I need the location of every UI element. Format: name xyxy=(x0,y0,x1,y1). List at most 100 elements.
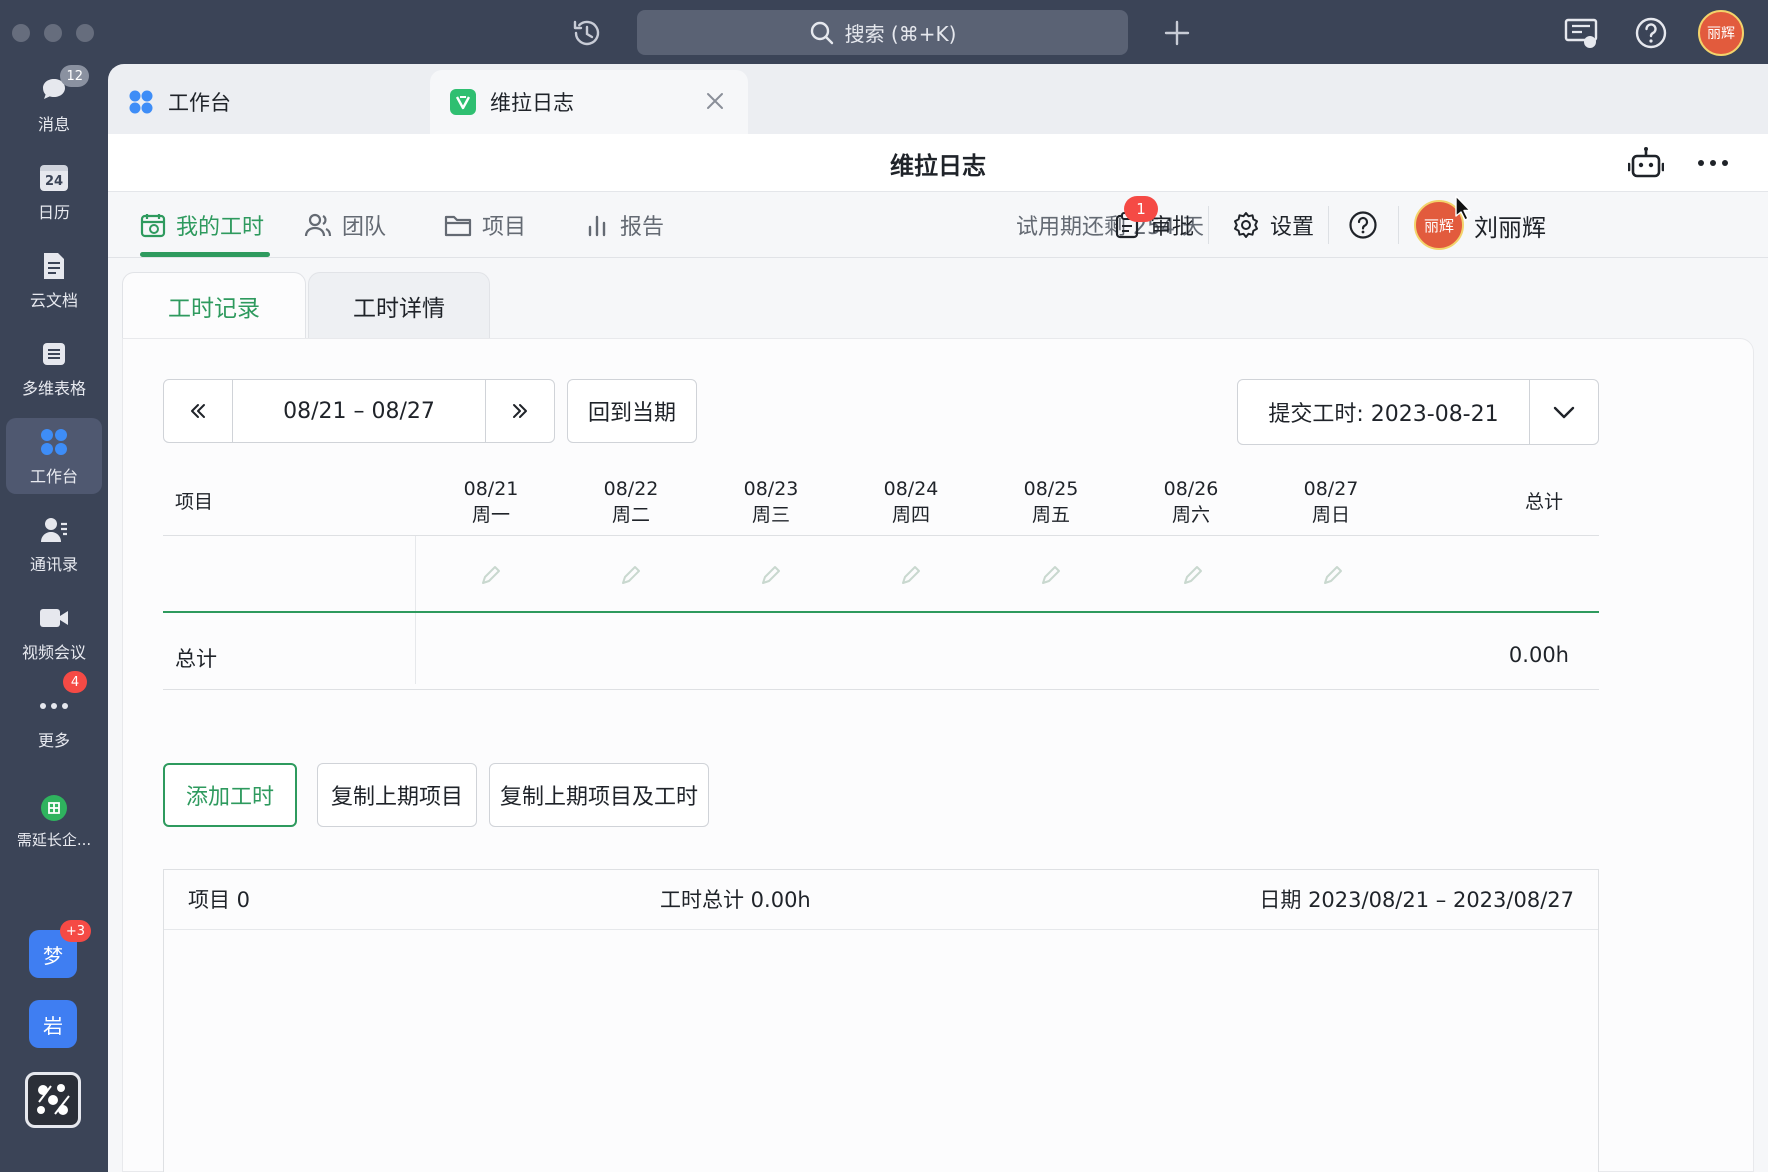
edit-pencil-icon[interactable] xyxy=(1181,563,1205,587)
left-sidebar: 12 消息 24 日历 云文档 多维表格 工作台 通讯录 视频会议 4 更多 需… xyxy=(0,64,108,1172)
pinned-app-pattern[interactable] xyxy=(25,1072,81,1128)
plus-icon[interactable] xyxy=(1160,16,1194,50)
nav-divider xyxy=(1398,206,1399,244)
next-week-button[interactable] xyxy=(486,380,554,442)
copy-previous-projects-button[interactable]: 复制上期项目 xyxy=(317,763,477,827)
more-badge: 4 xyxy=(63,671,87,693)
ellipsis-icon xyxy=(40,703,68,709)
previous-week-button[interactable] xyxy=(164,380,232,442)
day-weekday: 周三 xyxy=(751,504,790,526)
edit-pencil-icon[interactable] xyxy=(899,563,923,587)
sidebar-item-label: 需延长企... xyxy=(16,830,92,849)
sidebar-item-extend-trial[interactable]: 需延长企... xyxy=(6,782,102,858)
day-date: 08/25 xyxy=(1023,478,1079,500)
pinned-app-meng[interactable]: 梦 +3 xyxy=(29,920,91,978)
settings-label: 设置 xyxy=(1270,215,1315,240)
global-search-box[interactable]: 搜索 (⌘+K) xyxy=(637,10,1128,55)
summary-date-range: 日期 2023/08/21 – 2023/08/27 xyxy=(1259,888,1574,912)
back-to-current-button[interactable]: 回到当期 xyxy=(567,379,697,443)
edit-pencil-icon[interactable] xyxy=(479,563,503,587)
active-tab-indicator xyxy=(140,252,270,257)
nav-item-projects[interactable]: 项目 xyxy=(444,192,526,258)
history-icon[interactable] xyxy=(570,16,604,50)
sidebar-item-docs[interactable]: 云文档 xyxy=(6,242,102,318)
sidebar-item-workplace[interactable]: 工作台 xyxy=(6,418,102,494)
avatar-text: 丽辉 xyxy=(1423,216,1454,235)
total-row-label: 总计 xyxy=(175,647,217,671)
more-options-icon[interactable] xyxy=(1696,150,1730,176)
tab-bar: 工作台 维拉日志 xyxy=(108,64,1768,134)
table-divider xyxy=(163,535,1599,536)
sidebar-item-contacts[interactable]: 通讯录 xyxy=(6,506,102,582)
day-weekday: 周六 xyxy=(1171,504,1210,526)
copy-previous-projects-hours-button[interactable]: 复制上期项目及工时 xyxy=(489,763,709,827)
window-zoom-button[interactable] xyxy=(76,24,94,42)
day-weekday: 周四 xyxy=(891,504,930,526)
nav-item-reports[interactable]: 报告 xyxy=(584,192,664,258)
nav-item-team[interactable]: 团队 xyxy=(304,192,386,258)
sidebar-item-meetings[interactable]: 视频会议 xyxy=(6,594,102,670)
total-row-value: 0.00h xyxy=(1508,643,1569,667)
edit-pencil-icon[interactable] xyxy=(1321,563,1345,587)
column-header-day: 08/27 周日 xyxy=(1281,471,1381,533)
double-chevron-left-icon xyxy=(191,404,205,418)
help-icon[interactable] xyxy=(1632,14,1670,52)
column-header-day: 08/21 周一 xyxy=(441,471,541,533)
window-close-button[interactable] xyxy=(12,24,30,42)
sidebar-item-label: 更多 xyxy=(37,731,70,750)
workplace-grid-icon xyxy=(129,90,153,114)
sidebar-item-more[interactable]: 4 更多 xyxy=(6,671,102,758)
settings-button[interactable]: 设置 xyxy=(1232,192,1314,258)
week-range-text[interactable]: 08/21 – 08/27 xyxy=(232,380,486,442)
tab-vera-log[interactable]: 维拉日志 xyxy=(430,70,748,134)
tab-workplace[interactable]: 工作台 xyxy=(108,70,428,134)
submit-hours-menu-button[interactable] xyxy=(1530,380,1598,444)
messages-badge: 12 xyxy=(60,65,89,87)
sidebar-item-label: 工作台 xyxy=(29,467,78,486)
column-header-day: 08/26 周六 xyxy=(1141,471,1241,533)
subtab-time-records[interactable]: 工时记录 xyxy=(122,272,306,338)
screen-share-icon[interactable] xyxy=(1562,14,1600,52)
total-row-divider xyxy=(163,611,1599,613)
edit-pencil-icon[interactable] xyxy=(619,563,643,587)
app-window: 维拉日志 我的工时 团队 项目 报告 试用期还剩 254 天 审批 1 设置 丽… xyxy=(108,134,1768,1172)
nav-item-my-hours[interactable]: 我的工时 xyxy=(140,192,264,258)
app-grid-icon xyxy=(41,794,67,821)
day-weekday: 周五 xyxy=(1031,504,1070,526)
subtab-time-details[interactable]: 工时详情 xyxy=(308,272,490,338)
column-header-day: 08/25 周五 xyxy=(1001,471,1101,533)
pinned-app-label: 梦 xyxy=(43,943,63,968)
approval-badge: 1 xyxy=(1124,196,1158,222)
pinned-app-yan[interactable]: 岩 xyxy=(29,1000,77,1048)
bar-chart-icon xyxy=(588,215,606,237)
summary-section: 项目 0 工时总计 0.00h 日期 2023/08/21 – 2023/08/… xyxy=(163,869,1599,1172)
nav-item-label: 团队 xyxy=(342,215,387,240)
submit-hours-button[interactable]: 提交工时: 2023-08-21 xyxy=(1238,380,1530,444)
close-icon[interactable] xyxy=(704,90,726,112)
summary-header: 项目 0 工时总计 0.00h 日期 2023/08/21 – 2023/08/… xyxy=(164,870,1598,930)
help-icon[interactable] xyxy=(1348,210,1378,240)
column-header-day: 08/23 周三 xyxy=(721,471,821,533)
column-header-day: 08/24 周四 xyxy=(861,471,961,533)
vera-log-app-icon xyxy=(450,89,476,115)
window-minimize-button[interactable] xyxy=(44,24,62,42)
pattern-app-icon xyxy=(37,1084,70,1115)
edit-pencil-icon[interactable] xyxy=(1039,563,1063,587)
sidebar-item-bitable[interactable]: 多维表格 xyxy=(6,330,102,406)
edit-pencil-icon[interactable] xyxy=(759,563,783,587)
calendar-clock-icon xyxy=(140,214,166,238)
pinned-app-label: 岩 xyxy=(43,1013,63,1038)
titlebar-avatar[interactable]: 丽辉 xyxy=(1698,10,1744,56)
video-camera-icon xyxy=(40,609,68,627)
robot-icon[interactable] xyxy=(1628,146,1664,180)
sidebar-item-messages[interactable]: 12 消息 xyxy=(6,65,102,142)
title-bar: 搜索 (⌘+K) 丽辉 xyxy=(0,0,1768,64)
column-header-project: 项目 xyxy=(175,491,214,513)
submit-hours-dropdown[interactable]: 提交工时: 2023-08-21 xyxy=(1237,379,1599,445)
sidebar-item-label: 云文档 xyxy=(29,291,78,310)
user-name[interactable]: 刘丽辉 xyxy=(1474,192,1546,258)
add-hours-button[interactable]: 添加工时 xyxy=(163,763,297,827)
sidebar-item-calendar[interactable]: 24 日历 xyxy=(6,154,102,230)
week-range-picker: 08/21 – 08/27 xyxy=(163,379,555,443)
gear-icon xyxy=(1234,212,1258,238)
